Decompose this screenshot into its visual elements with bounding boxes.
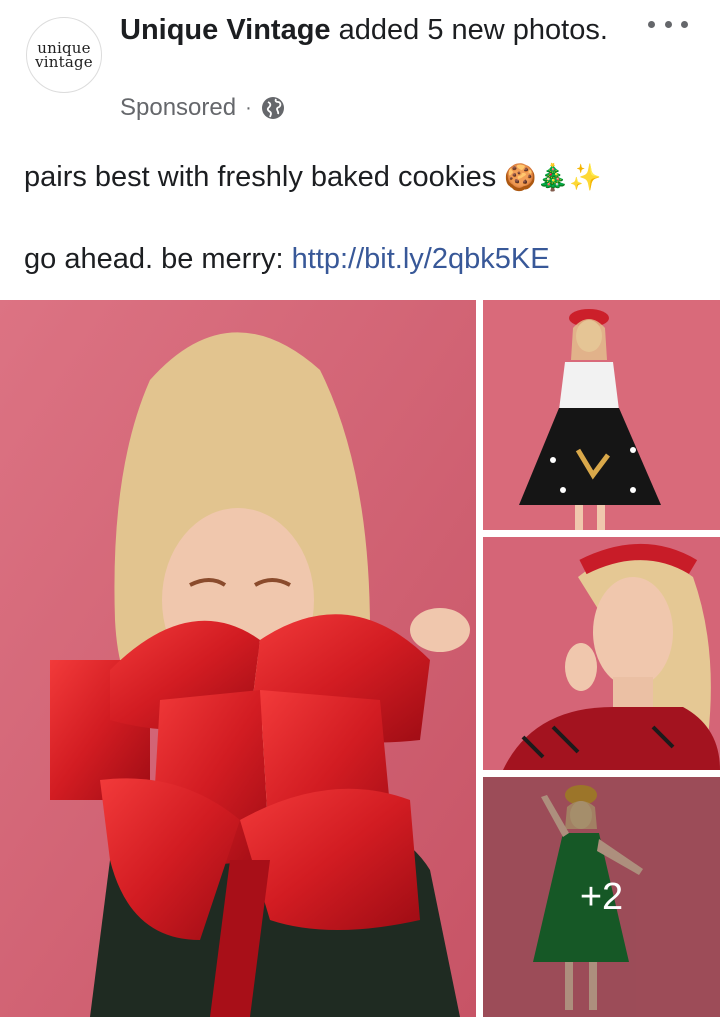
caption-line-2: go ahead. be merry: http://bit.ly/2qbk5K… bbox=[24, 237, 704, 281]
post-title: Unique Vintage added 5 new photos. bbox=[120, 11, 640, 49]
page-name-link[interactable]: Unique Vintage bbox=[120, 14, 331, 46]
photo-thumbnail-3[interactable]: +2 bbox=[483, 777, 720, 1017]
caption-emoji: 🍪🎄✨ bbox=[504, 163, 602, 193]
photo-skirt-illustration bbox=[483, 300, 720, 530]
post-caption: pairs best with freshly baked cookies 🍪🎄… bbox=[24, 155, 704, 281]
photo-grid: +2 bbox=[0, 300, 720, 1017]
sponsored-label[interactable]: Sponsored bbox=[120, 94, 236, 122]
photo-thumbnail-1[interactable] bbox=[483, 300, 720, 530]
caption-prefix: go ahead. be merry: bbox=[24, 243, 292, 275]
post-header: unique vintage Unique Vintage added 5 ne… bbox=[0, 0, 720, 140]
more-photos-count: +2 bbox=[579, 875, 624, 918]
page-avatar[interactable]: unique vintage bbox=[26, 17, 102, 93]
photo-headband-illustration bbox=[483, 537, 720, 770]
caption-line-1: pairs best with freshly baked cookies 🍪🎄… bbox=[24, 155, 704, 200]
meta-separator: · bbox=[245, 96, 252, 119]
photo-main[interactable] bbox=[0, 300, 476, 1017]
globe-icon[interactable] bbox=[261, 96, 285, 120]
photo-bow-illustration bbox=[0, 300, 476, 1017]
avatar-logo-line2: vintage bbox=[35, 53, 93, 71]
caption-text: pairs best with freshly baked cookies bbox=[24, 161, 497, 193]
more-options-icon[interactable] bbox=[648, 14, 688, 34]
caption-link[interactable]: http://bit.ly/2qbk5KE bbox=[292, 243, 550, 275]
photo-thumbnail-2[interactable] bbox=[483, 537, 720, 770]
more-photos-overlay[interactable]: +2 bbox=[483, 777, 720, 1017]
post-action-text: added 5 new photos. bbox=[330, 14, 608, 46]
post-meta: Sponsored · bbox=[120, 92, 285, 124]
